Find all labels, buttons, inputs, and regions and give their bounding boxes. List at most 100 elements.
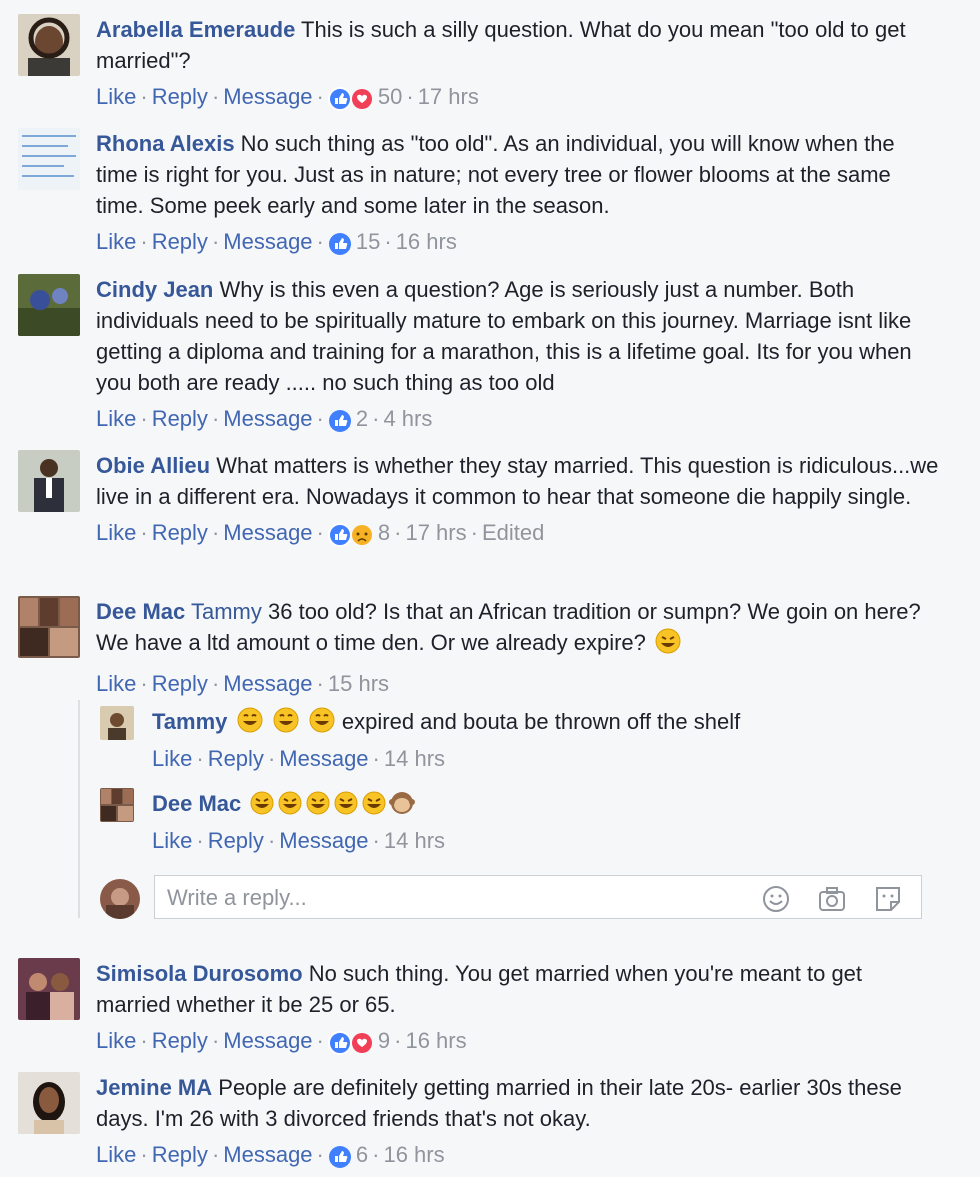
commenter-name[interactable]: Dee Mac <box>96 599 185 624</box>
like-link[interactable]: Like <box>96 671 136 696</box>
reactions[interactable] <box>327 83 374 113</box>
message-link[interactable]: Message <box>223 406 312 431</box>
current-user-avatar[interactable] <box>100 879 140 919</box>
comment-actions: Like · Reply · Message · 9 · 16 hrs <box>96 1026 940 1057</box>
laughing-emoji <box>308 706 336 742</box>
comment-text: What matters is whether they stay marrie… <box>96 453 939 509</box>
reactions[interactable] <box>327 519 374 549</box>
commenter-name[interactable]: Obie Allieu <box>96 453 210 478</box>
like-link[interactable]: Like <box>96 1142 136 1167</box>
avatar[interactable] <box>18 450 80 512</box>
rofl-emoji <box>249 790 275 824</box>
like-link[interactable]: Like <box>96 406 136 431</box>
reply-link[interactable]: Reply <box>208 746 264 771</box>
commenter-name[interactable]: Tammy <box>152 709 227 734</box>
like-link[interactable]: Like <box>96 1028 136 1053</box>
mention-link[interactable]: Tammy <box>185 599 262 624</box>
reactions[interactable] <box>328 1141 352 1171</box>
message-link[interactable]: Message <box>223 84 312 109</box>
laughing-emoji <box>272 706 300 742</box>
reply-link[interactable]: Reply <box>152 84 208 109</box>
reactions[interactable] <box>328 228 352 258</box>
reply-link[interactable]: Reply <box>152 520 208 545</box>
smiley-icon[interactable] <box>761 884 791 914</box>
avatar[interactable] <box>18 596 80 658</box>
reactions[interactable] <box>327 1027 374 1057</box>
reply-link[interactable]: Reply <box>152 671 208 696</box>
edited-label[interactable]: Edited <box>482 520 544 545</box>
rofl-emoji <box>333 790 359 824</box>
camera-icon[interactable] <box>817 884 847 914</box>
reply-link[interactable]: Reply <box>152 1142 208 1167</box>
message-link[interactable]: Message <box>279 828 368 853</box>
message-link[interactable]: Message <box>223 1142 312 1167</box>
laughing-emoji <box>236 706 264 742</box>
commenter-name[interactable]: Cindy Jean <box>96 277 213 302</box>
like-link[interactable]: Like <box>96 229 136 254</box>
comment-feed: Arabella Emeraude This is such a silly q… <box>0 0 980 1177</box>
reply-thread: Tammy expired and bouta be thrown off th… <box>78 700 942 919</box>
like-link[interactable]: Like <box>96 520 136 545</box>
comment-actions: Like · Reply · Message · 14 hrs <box>152 746 446 771</box>
comment-actions: Like · Reply · Message · 15 hrs <box>96 671 390 696</box>
commenter-name[interactable]: Simisola Durosomo <box>96 961 303 986</box>
avatar[interactable] <box>18 128 80 190</box>
timestamp[interactable]: 16 hrs <box>396 229 457 254</box>
timestamp[interactable]: 14 hrs <box>384 828 445 853</box>
reply-link[interactable]: Reply <box>152 229 208 254</box>
timestamp[interactable]: 17 hrs <box>418 84 479 109</box>
reaction-count[interactable]: 50 <box>378 84 402 109</box>
comment-text: Why is this even a question? Age is seri… <box>96 277 912 395</box>
reaction-count[interactable]: 15 <box>356 229 380 254</box>
avatar[interactable] <box>18 14 80 76</box>
comment-actions: Like · Reply · Message · 14 hrs <box>152 828 446 853</box>
message-link[interactable]: Message <box>279 746 368 771</box>
comment-text: expired and bouta be thrown off the shel… <box>335 709 741 734</box>
avatar[interactable] <box>18 1072 80 1134</box>
reaction-count[interactable]: 6 <box>356 1142 368 1167</box>
message-link[interactable]: Message <box>223 520 312 545</box>
message-link[interactable]: Message <box>223 1028 312 1053</box>
reply-input-box[interactable] <box>154 875 922 919</box>
rofl-emoji <box>277 790 303 824</box>
comment-actions: Like · Reply · Message · 6 · 16 hrs <box>96 1140 940 1171</box>
comment-actions: Like · Reply · Message · 50 · 17 hrs <box>96 82 940 113</box>
like-link[interactable]: Like <box>96 84 136 109</box>
commenter-name[interactable]: Dee Mac <box>152 791 241 816</box>
timestamp[interactable]: 15 hrs <box>328 671 389 696</box>
avatar[interactable] <box>100 706 134 740</box>
like-link[interactable]: Like <box>152 746 192 771</box>
message-link[interactable]: Message <box>223 671 312 696</box>
timestamp[interactable]: 4 hrs <box>383 406 432 431</box>
timestamp[interactable]: 16 hrs <box>383 1142 444 1167</box>
reply-link[interactable]: Reply <box>152 1028 208 1053</box>
avatar[interactable] <box>18 274 80 336</box>
commenter-name[interactable]: Jemine MA <box>96 1075 212 1100</box>
reactions[interactable] <box>328 405 352 435</box>
reaction-count[interactable]: 2 <box>356 406 368 431</box>
reaction-count[interactable]: 9 <box>378 1028 390 1053</box>
comment-actions: Like · Reply · Message · 15 · 16 hrs <box>96 227 940 258</box>
reply-input[interactable] <box>165 882 749 914</box>
monkey-emoji <box>389 790 416 824</box>
reply-link[interactable]: Reply <box>208 828 264 853</box>
timestamp[interactable]: 16 hrs <box>405 1028 466 1053</box>
timestamp[interactable]: 14 hrs <box>384 746 445 771</box>
rofl-emoji <box>305 790 331 824</box>
rofl-emoji <box>654 627 682 663</box>
reply-link[interactable]: Reply <box>152 406 208 431</box>
rofl-emoji <box>361 790 387 824</box>
sad-icon <box>351 525 372 546</box>
like-link[interactable]: Like <box>152 828 192 853</box>
commenter-name[interactable]: Rhona Alexis <box>96 131 235 156</box>
comment-actions: Like · Reply · Message · 2 · 4 hrs <box>96 404 940 435</box>
comment-text: People are definitely getting married in… <box>96 1075 902 1131</box>
commenter-name[interactable]: Arabella Emeraude <box>96 17 295 42</box>
reaction-count[interactable]: 8 <box>378 520 390 545</box>
timestamp[interactable]: 17 hrs <box>405 520 466 545</box>
message-link[interactable]: Message <box>223 229 312 254</box>
avatar[interactable] <box>18 958 80 1020</box>
sticker-icon[interactable] <box>873 884 903 914</box>
avatar[interactable] <box>100 788 134 822</box>
comment-actions: Like · Reply · Message · 8 · 17 hrs · Edited <box>96 518 940 549</box>
